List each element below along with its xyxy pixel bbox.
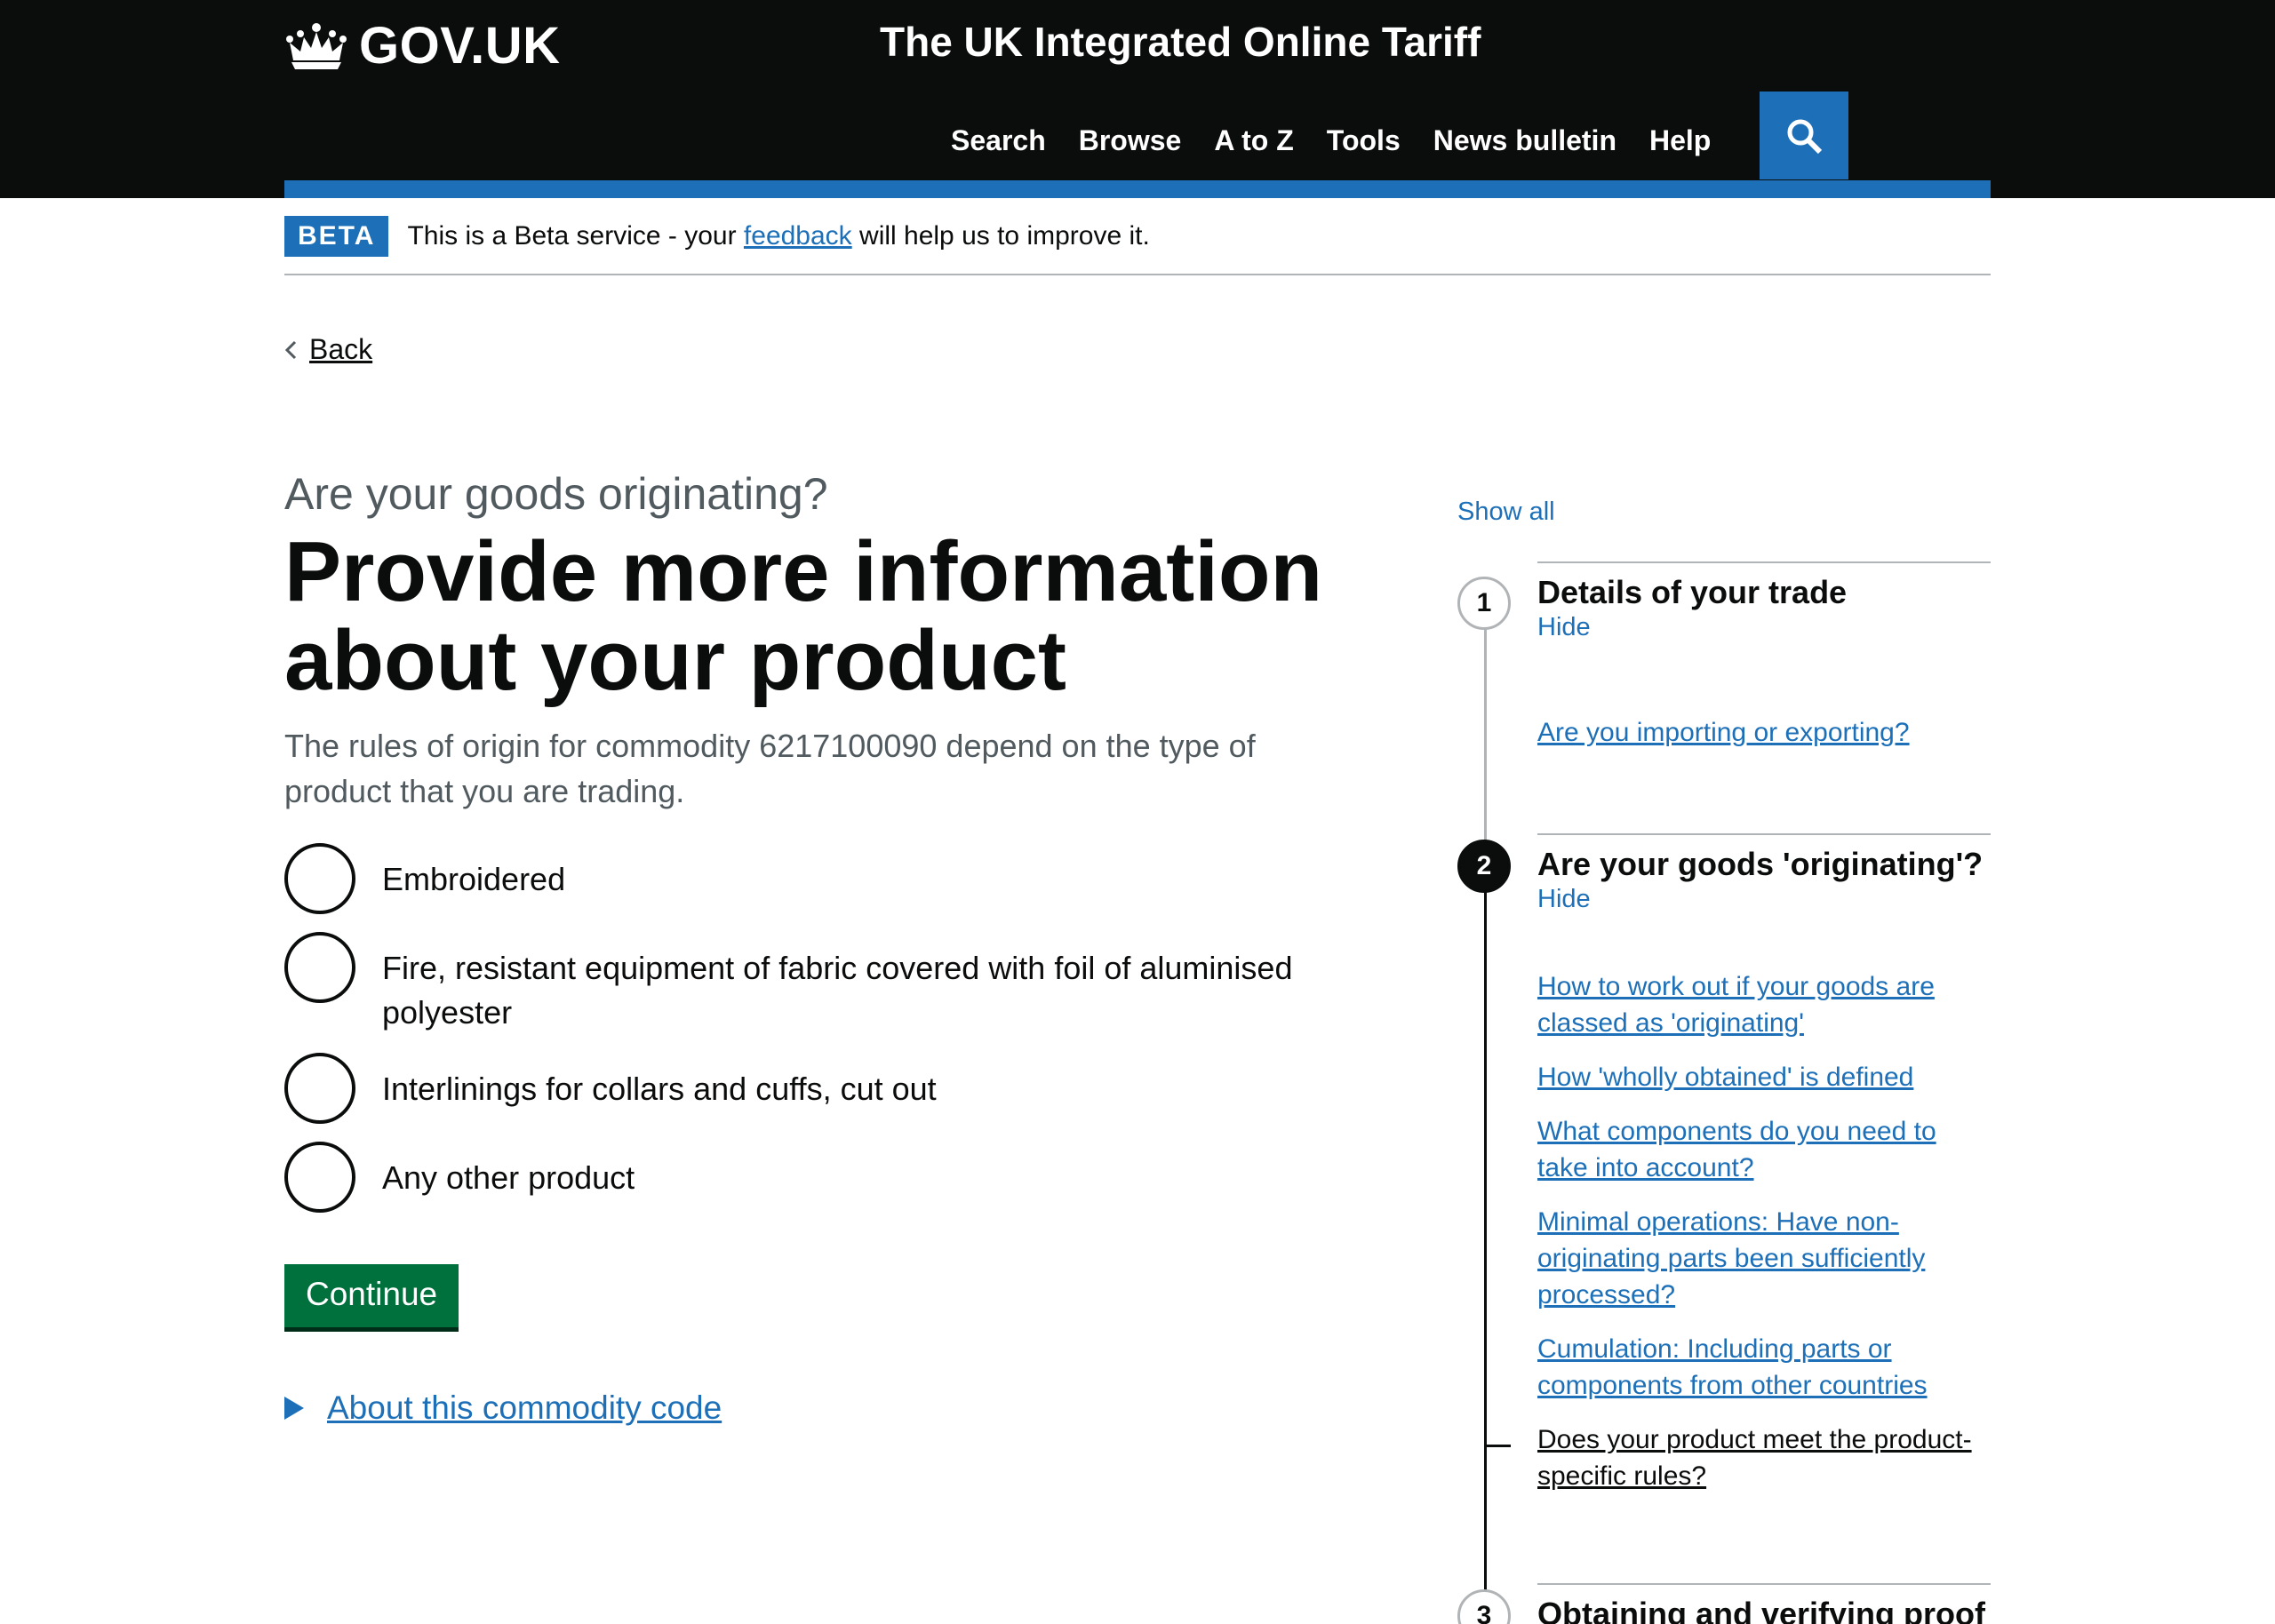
radio-button[interactable] <box>284 1142 355 1213</box>
radio-button[interactable] <box>284 843 355 914</box>
back-link[interactable]: Back <box>284 333 372 366</box>
main-content: Are your goods originating? Provide more… <box>284 462 1369 1427</box>
details-summary-link[interactable]: About this commodity code <box>327 1389 722 1427</box>
nav-help[interactable]: Help <box>1649 124 1711 157</box>
header-nav: Search Browse A to Z Tools News bulletin… <box>951 124 1711 157</box>
search-icon <box>1787 119 1823 154</box>
radio-option[interactable]: Fire, resistant equipment of fabric cove… <box>284 932 1369 1035</box>
step-link[interactable]: What components do you need to take into… <box>1537 1113 1991 1186</box>
phase-banner-text: This is a Beta service - your feedback w… <box>407 221 1149 251</box>
beta-tag: BETA <box>284 215 389 257</box>
phase-text-before: This is a Beta service - your <box>407 220 744 251</box>
radio-label[interactable]: Interlinings for collars and cuffs, cut … <box>382 1053 1360 1111</box>
triangle-right-icon <box>284 1397 304 1420</box>
step-2-title[interactable]: Are your goods 'originating'? <box>1537 835 1991 883</box>
step-link[interactable]: Minimal operations: Have non-originating… <box>1537 1204 1991 1313</box>
step-link-current[interactable]: Does your product meet the product-speci… <box>1537 1421 1991 1494</box>
step-link[interactable]: Are you importing or exporting? <box>1537 714 1991 751</box>
feedback-link[interactable]: feedback <box>744 221 852 251</box>
step-2-links: How to work out if your goods are classe… <box>1537 968 1991 1512</box>
step-3-number: 3 <box>1457 1589 1511 1624</box>
step-2-header: Are your goods 'originating'? Hide <box>1537 833 1991 914</box>
radio-label[interactable]: Embroidered <box>382 843 1360 902</box>
govuk-logo-link[interactable]: GOV.UK <box>284 16 560 76</box>
step-1-links: Are you importing or exporting? <box>1537 714 1991 768</box>
continue-button[interactable]: Continue <box>284 1264 459 1327</box>
lead-paragraph: The rules of origin for commodity 621710… <box>284 728 1256 809</box>
step-1-number: 1 <box>1457 577 1511 630</box>
radio-option[interactable]: Interlinings for collars and cuffs, cut … <box>284 1053 1369 1124</box>
back-link-label: Back <box>309 333 373 365</box>
page-title: Provide more information about your prod… <box>284 524 1323 708</box>
step-1-header: Details of your trade Hide <box>1537 561 1991 642</box>
step-1-title[interactable]: Details of your trade <box>1537 563 1991 611</box>
radio-button[interactable] <box>284 932 355 1003</box>
step-link[interactable]: How 'wholly obtained' is defined <box>1537 1059 1991 1095</box>
show-all-link[interactable]: Show all <box>1457 498 1555 527</box>
step-connector-line <box>1484 876 1487 1624</box>
phase-text-after: will help us to improve it. <box>851 220 1150 251</box>
radio-option[interactable]: Embroidered <box>284 843 1369 914</box>
step-1-hide-toggle[interactable]: Hide <box>1537 613 1991 642</box>
page-caption: Are your goods originating? <box>284 469 828 519</box>
logo-text: GOV.UK <box>359 17 561 75</box>
product-radio-group: Embroidered Fire, resistant equipment of… <box>284 843 1369 1213</box>
step-connector-line <box>1484 602 1487 842</box>
step-3-header: Obtaining and verifying proof <box>1537 1583 1991 1624</box>
nav-browse[interactable]: Browse <box>1079 124 1182 157</box>
step-3-title[interactable]: Obtaining and verifying proof <box>1537 1585 1991 1624</box>
service-name[interactable]: The UK Integrated Online Tariff <box>880 18 1481 66</box>
radio-label[interactable]: Fire, resistant equipment of fabric cove… <box>382 932 1360 1035</box>
chevron-left-icon <box>284 340 297 359</box>
step-link[interactable]: Cumulation: Including parts or component… <box>1537 1331 1991 1404</box>
site-header: GOV.UK The UK Integrated Online Tariff S… <box>0 0 2275 198</box>
search-button[interactable] <box>1760 92 1848 179</box>
step-2-hide-toggle[interactable]: Hide <box>1537 885 1991 914</box>
nav-tools[interactable]: Tools <box>1327 124 1401 157</box>
step-link[interactable]: How to work out if your goods are classe… <box>1537 968 1991 1041</box>
radio-label[interactable]: Any other product <box>382 1142 1360 1200</box>
commodity-details[interactable]: About this commodity code <box>284 1389 1369 1427</box>
header-container: GOV.UK The UK Integrated Online Tariff S… <box>284 0 1991 198</box>
radio-option[interactable]: Any other product <box>284 1142 1369 1213</box>
nav-news-bulletin[interactable]: News bulletin <box>1433 124 1616 157</box>
header-blue-bar <box>284 180 1991 198</box>
phase-banner: BETA This is a Beta service - your feedb… <box>284 198 1991 275</box>
current-step-dash <box>1484 1445 1511 1447</box>
nav-a-to-z[interactable]: A to Z <box>1214 124 1293 157</box>
radio-button[interactable] <box>284 1053 355 1124</box>
crown-icon <box>286 22 347 69</box>
step-2-number: 2 <box>1457 840 1511 893</box>
nav-search[interactable]: Search <box>951 124 1046 157</box>
